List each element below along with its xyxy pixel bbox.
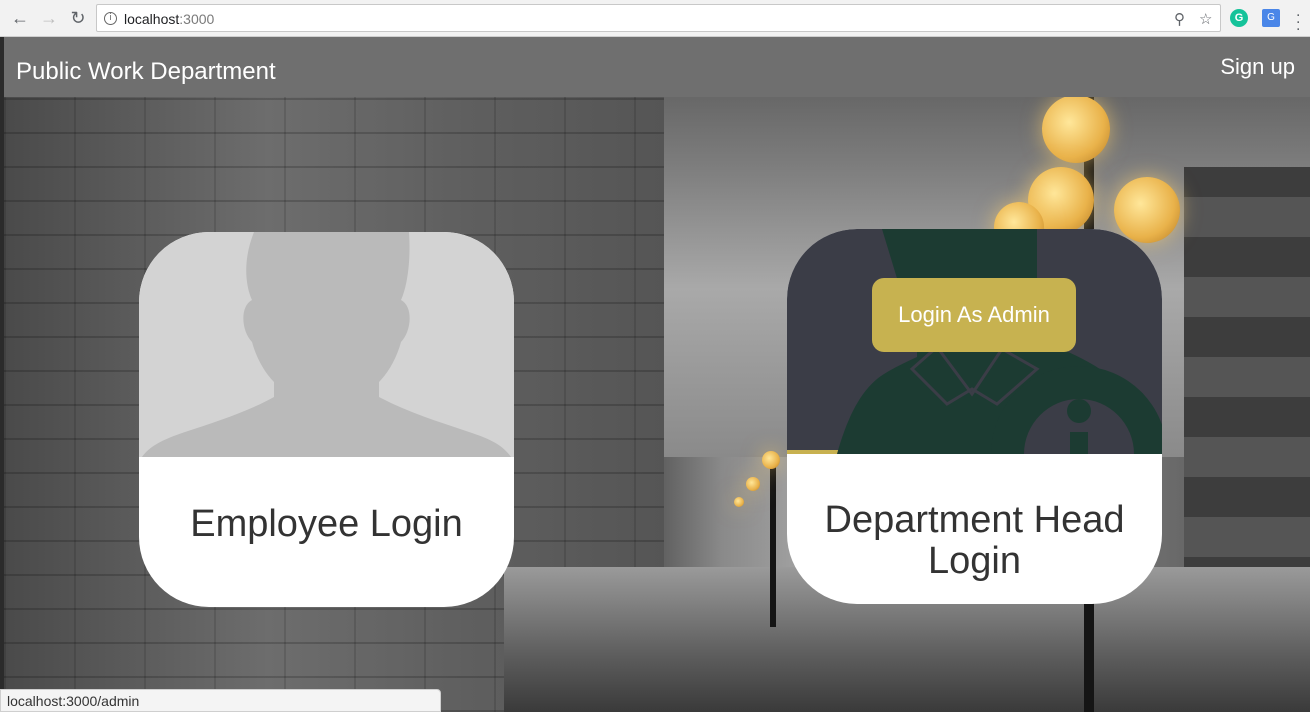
site-info-icon[interactable]: i: [104, 12, 117, 25]
reload-icon[interactable]: ↻: [66, 6, 90, 30]
grammarly-extension-icon[interactable]: G: [1230, 9, 1248, 27]
address-url: localhost:3000: [124, 11, 215, 27]
street-lamp: [734, 497, 744, 507]
browser-toolbar: ← → ↻ i localhost:3000 ⚲ ☆ G G ...: [0, 0, 1310, 37]
forward-icon[interactable]: →: [37, 6, 61, 30]
street-lamp: [762, 451, 780, 469]
login-as-admin-button[interactable]: Login As Admin: [872, 278, 1076, 352]
department-head-login-label[interactable]: Department Head Login: [787, 500, 1162, 582]
department-head-login-card[interactable]: Login As Admin Department Head Login: [787, 229, 1162, 604]
signup-link[interactable]: Sign up: [1220, 54, 1295, 80]
page-background: Public Work Department Sign up Employee …: [4, 37, 1310, 712]
street-lamp: [746, 477, 760, 491]
translate-extension-icon[interactable]: G: [1262, 9, 1280, 27]
zoom-icon[interactable]: ⚲: [1174, 10, 1185, 28]
person-silhouette-icon: [142, 232, 511, 457]
street-lamp: [1042, 95, 1110, 163]
employee-avatar-image: [139, 232, 514, 457]
background-right-building: [1184, 167, 1310, 597]
admin-avatar-image: Login As Admin: [787, 229, 1162, 542]
employee-login-card[interactable]: Employee Login: [139, 232, 514, 607]
lamp-post: [770, 457, 776, 627]
status-bar-url: localhost:3000/admin: [0, 689, 441, 712]
employee-login-label[interactable]: Employee Login: [139, 504, 514, 545]
bookmark-star-icon[interactable]: ☆: [1199, 10, 1212, 28]
browser-menu-icon[interactable]: ...: [1296, 4, 1300, 34]
address-bar[interactable]: i localhost:3000 ⚲ ☆: [96, 4, 1221, 32]
top-navbar: Public Work Department Sign up: [4, 37, 1310, 97]
brand-title[interactable]: Public Work Department: [16, 58, 276, 86]
back-icon[interactable]: ←: [8, 6, 32, 30]
